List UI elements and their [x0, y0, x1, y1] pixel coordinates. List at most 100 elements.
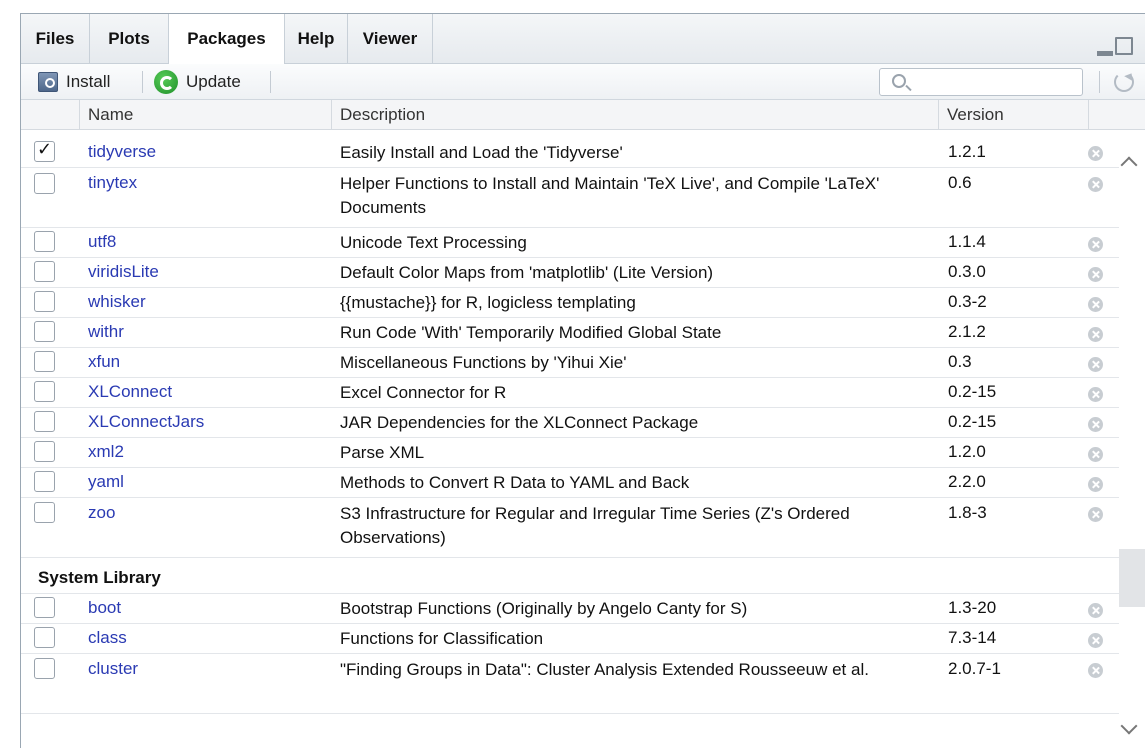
package-checkbox[interactable]	[34, 173, 55, 194]
install-button[interactable]: Install	[38, 68, 110, 96]
package-checkbox[interactable]	[34, 351, 55, 372]
package-name-link[interactable]: tidyverse	[88, 142, 156, 162]
package-version: 2.2.0	[948, 472, 986, 491]
package-name-link[interactable]: XLConnect	[88, 382, 172, 402]
remove-package-icon[interactable]	[1088, 146, 1103, 161]
search-input[interactable]	[914, 71, 1079, 93]
package-checkbox[interactable]	[34, 658, 55, 679]
scrollbar-thumb[interactable]	[1119, 549, 1145, 607]
remove-package-icon[interactable]	[1088, 357, 1103, 372]
package-name-link[interactable]: tinytex	[88, 173, 137, 193]
package-checkbox[interactable]	[34, 597, 55, 618]
package-description: Excel Connector for R	[340, 383, 507, 402]
package-checkbox[interactable]	[34, 321, 55, 342]
package-version: 1.1.4	[948, 232, 986, 251]
package-checkbox[interactable]	[34, 291, 55, 312]
package-version: 0.3-2	[948, 292, 987, 311]
package-description: JAR Dependencies for the XLConnect Packa…	[340, 413, 699, 432]
section-header-row: System Library	[21, 558, 1119, 594]
package-description: Functions for Classification	[340, 629, 544, 648]
maximize-pane-button[interactable]	[1115, 37, 1133, 55]
chevron-up-icon[interactable]	[1120, 156, 1138, 174]
remove-package-icon[interactable]	[1088, 237, 1103, 252]
package-description: Methods to Convert R Data to YAML and Ba…	[340, 473, 690, 492]
table-row: tinytex Helper Functions to Install and …	[21, 168, 1119, 228]
package-name-link[interactable]: zoo	[88, 503, 115, 523]
remove-package-icon[interactable]	[1088, 327, 1103, 342]
remove-package-icon[interactable]	[1088, 177, 1103, 192]
package-name-link[interactable]: xml2	[88, 442, 124, 462]
package-version: 1.3-20	[948, 598, 997, 617]
system-library-heading: System Library	[38, 568, 161, 587]
header-name[interactable]: Name	[80, 100, 332, 130]
package-checkbox[interactable]	[34, 441, 55, 462]
remove-package-icon[interactable]	[1088, 633, 1103, 648]
remove-package-icon[interactable]	[1088, 297, 1103, 312]
table-row: xfun Miscellaneous Functions by 'Yihui X…	[21, 348, 1119, 378]
header-version[interactable]: Version	[939, 100, 1089, 130]
package-version: 1.2.0	[948, 442, 986, 461]
package-description: {{mustache}} for R, logicless templating	[340, 293, 636, 312]
package-name-link[interactable]: boot	[88, 598, 121, 618]
package-version: 0.6	[948, 173, 972, 192]
package-version: 1.2.1	[948, 142, 986, 161]
package-version: 1.8-3	[948, 503, 987, 522]
tab-help[interactable]: Help	[285, 14, 348, 64]
package-name-link[interactable]: yaml	[88, 472, 124, 492]
package-checkbox[interactable]	[34, 261, 55, 282]
remove-package-icon[interactable]	[1088, 417, 1103, 432]
table-row: whisker {{mustache}} for R, logicless te…	[21, 288, 1119, 318]
tab-plots[interactable]: Plots	[90, 14, 169, 64]
package-name-link[interactable]: xfun	[88, 352, 120, 372]
package-checkbox[interactable]	[34, 231, 55, 252]
package-search[interactable]	[879, 68, 1083, 96]
remove-package-icon[interactable]	[1088, 603, 1103, 618]
tab-packages[interactable]: Packages	[169, 14, 285, 65]
table-row: XLConnect Excel Connector for R 0.2-15	[21, 378, 1119, 408]
package-name-link[interactable]: cluster	[88, 659, 138, 679]
refresh-icon[interactable]	[1114, 72, 1134, 92]
package-checkbox[interactable]	[34, 471, 55, 492]
package-version: 0.3	[948, 352, 972, 371]
remove-package-icon[interactable]	[1088, 663, 1103, 678]
package-version: 0.3.0	[948, 262, 986, 281]
package-name-link[interactable]: XLConnectJars	[88, 412, 204, 432]
package-name-link[interactable]: utf8	[88, 232, 116, 252]
header-checkbox-column	[21, 100, 80, 130]
package-description: Default Color Maps from 'matplotlib' (Li…	[340, 263, 714, 282]
package-description: Miscellaneous Functions by 'Yihui Xie'	[340, 353, 627, 372]
package-description: Parse XML	[340, 443, 425, 462]
packages-pane: Files Plots Packages Help Viewer Install…	[20, 13, 1145, 748]
package-checkbox[interactable]	[34, 502, 55, 523]
update-button[interactable]: Update	[154, 68, 241, 96]
vertical-scrollbar[interactable]	[1119, 130, 1145, 748]
remove-package-icon[interactable]	[1088, 507, 1103, 522]
package-version: 7.3-14	[948, 628, 997, 647]
minimize-pane-button[interactable]	[1097, 51, 1113, 56]
package-name-link[interactable]: withr	[88, 322, 124, 342]
toolbar-separator	[142, 71, 143, 93]
tab-files[interactable]: Files	[21, 14, 90, 64]
table-row: XLConnectJars JAR Dependencies for the X…	[21, 408, 1119, 438]
table-row: withr Run Code 'With' Temporarily Modifi…	[21, 318, 1119, 348]
package-checkbox[interactable]	[34, 139, 55, 162]
remove-package-icon[interactable]	[1088, 447, 1103, 462]
package-name-link[interactable]: whisker	[88, 292, 146, 312]
header-description[interactable]: Description	[332, 100, 939, 130]
remove-package-icon[interactable]	[1088, 387, 1103, 402]
package-checkbox[interactable]	[34, 627, 55, 648]
packages-toolbar: Install Update	[21, 64, 1145, 100]
package-version: 0.2-15	[948, 412, 997, 431]
tab-viewer[interactable]: Viewer	[348, 14, 433, 64]
package-checkbox[interactable]	[34, 411, 55, 432]
remove-package-icon[interactable]	[1088, 477, 1103, 492]
chevron-down-icon[interactable]	[1120, 717, 1138, 735]
remove-package-icon[interactable]	[1088, 267, 1103, 282]
package-name-link[interactable]: class	[88, 628, 127, 648]
table-row: zoo S3 Infrastructure for Regular and Ir…	[21, 498, 1119, 558]
table-row: utf8 Unicode Text Processing 1.1.4	[21, 228, 1119, 258]
package-name-link[interactable]: viridisLite	[88, 262, 159, 282]
package-checkbox[interactable]	[34, 381, 55, 402]
package-description: S3 Infrastructure for Regular and Irregu…	[340, 504, 850, 547]
app-frame: Files Plots Packages Help Viewer Install…	[0, 0, 1145, 748]
